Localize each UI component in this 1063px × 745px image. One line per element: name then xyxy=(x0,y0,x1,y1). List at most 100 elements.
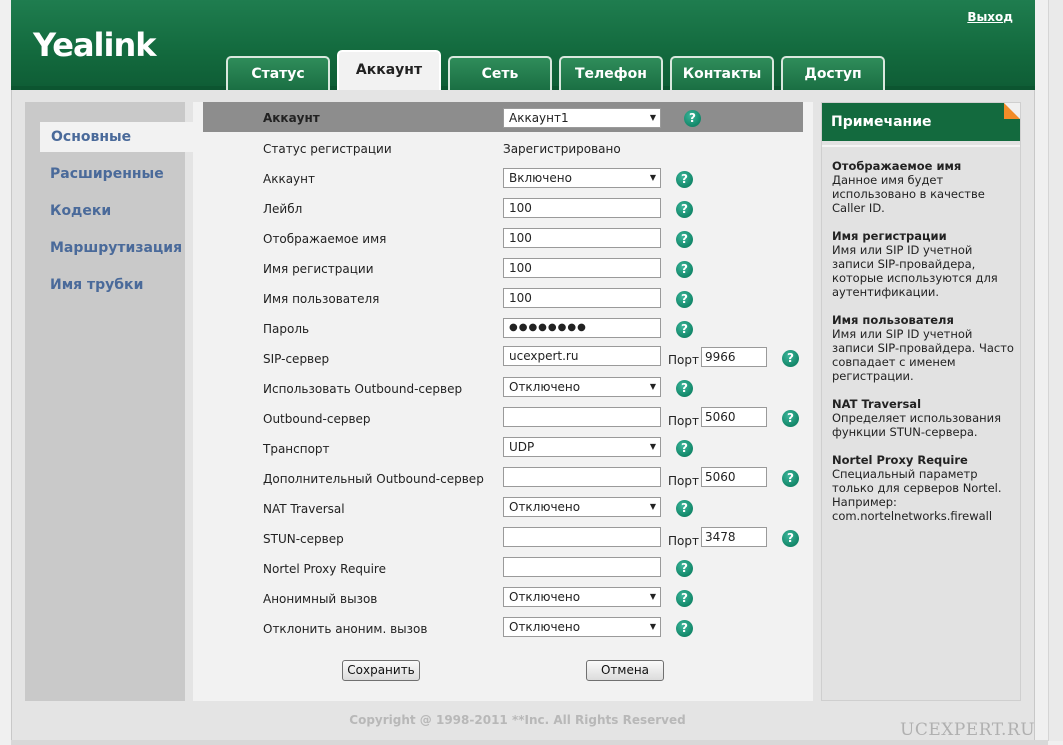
header-bar: Yealink Выход Статус Аккаунт Сеть Телефо… xyxy=(11,0,1035,90)
logout-link[interactable]: Выход xyxy=(967,10,1013,24)
use-outbound-label: Использовать Outbound-сервер xyxy=(263,382,463,396)
note-title: Примечание xyxy=(822,103,1020,141)
sidebar-item-advanced[interactable]: Расширенные xyxy=(25,166,185,182)
backup-outbound-port-input[interactable]: 5060 xyxy=(701,467,767,487)
stun-server-label: STUN-сервер xyxy=(263,532,344,546)
note-item-text: Специальный параметр только для серверов… xyxy=(832,467,1002,523)
port-label: Порт xyxy=(668,534,699,548)
note-item-text: Данное имя будет использовано в качестве… xyxy=(832,173,985,215)
nat-traversal-select[interactable]: Отключено xyxy=(503,497,661,517)
outbound-server-label: Outbound-сервер xyxy=(263,412,371,426)
help-icon[interactable]: ? xyxy=(782,470,799,487)
nat-traversal-label: NAT Traversal xyxy=(263,502,345,516)
sidebar-item-routing[interactable]: Маршрутизация xyxy=(25,240,185,256)
account-selector-label: Аккаунт xyxy=(263,111,320,125)
help-icon[interactable]: ? xyxy=(676,171,693,188)
register-name-input[interactable]: 100 xyxy=(503,258,661,278)
user-name-input[interactable]: 100 xyxy=(503,288,661,308)
registration-status-label: Статус регистрации xyxy=(263,142,392,156)
transport-select[interactable]: UDP xyxy=(503,437,661,457)
user-name-label: Имя пользователя xyxy=(263,292,380,306)
tab-status[interactable]: Статус xyxy=(226,56,330,90)
help-icon[interactable]: ? xyxy=(676,201,693,218)
use-outbound-select[interactable]: Отключено xyxy=(503,377,661,397)
help-icon[interactable]: ? xyxy=(676,500,693,517)
cancel-button[interactable]: Отмена xyxy=(586,660,664,681)
sidebar-item-codecs[interactable]: Кодеки xyxy=(25,203,185,219)
note-item: Nortel Proxy Require Специальный парамет… xyxy=(832,453,1014,523)
stun-server-input[interactable] xyxy=(503,527,661,547)
help-icon[interactable]: ? xyxy=(782,410,799,427)
note-item-text: Имя или SIP ID учетной записи SIP-провай… xyxy=(832,327,1014,383)
anonymous-call-select[interactable]: Отключено xyxy=(503,587,661,607)
help-icon[interactable]: ? xyxy=(676,321,693,338)
note-item: NAT Traversal Определяет использования ф… xyxy=(832,397,1014,439)
sidebar-item-handset-name[interactable]: Имя трубки xyxy=(25,277,185,293)
outbound-port-input[interactable]: 5060 xyxy=(701,407,767,427)
display-name-input[interactable]: 100 xyxy=(503,228,661,248)
note-divider xyxy=(822,145,1020,147)
help-icon[interactable]: ? xyxy=(782,530,799,547)
stun-port-input[interactable]: 3478 xyxy=(701,527,767,547)
tab-access[interactable]: Доступ xyxy=(781,56,885,90)
outbound-server-input[interactable] xyxy=(503,407,661,427)
label-input[interactable]: 100 xyxy=(503,198,661,218)
note-item-title: Имя пользователя xyxy=(832,313,954,327)
account-enabled-select[interactable]: Включено xyxy=(503,168,661,188)
backup-outbound-input[interactable] xyxy=(503,467,661,487)
watermark: UCEXPERT.RU xyxy=(900,720,1036,740)
port-label: Порт xyxy=(668,353,699,367)
sip-server-port-input[interactable]: 9966 xyxy=(701,347,767,367)
reject-anonymous-select[interactable]: Отключено xyxy=(503,617,661,637)
port-label: Порт xyxy=(668,474,699,488)
sidebar-item-basic[interactable]: Основные xyxy=(40,122,210,152)
note-item-title: NAT Traversal xyxy=(832,397,922,411)
copyright-text: Copyright @ 1998-2011 **Inc. All Rights … xyxy=(349,713,686,727)
nortel-proxy-label: Nortel Proxy Require xyxy=(263,562,386,576)
note-item-title: Nortel Proxy Require xyxy=(832,453,968,467)
backup-outbound-label: Дополнительный Outbound-сервер xyxy=(263,472,484,486)
sip-server-input[interactable]: ucexpert.ru xyxy=(503,346,661,366)
yealink-logo: Yealink xyxy=(33,26,157,64)
port-label: Порт xyxy=(668,414,699,428)
tab-contacts[interactable]: Контакты xyxy=(670,56,774,90)
note-corner-decoration xyxy=(1004,103,1020,119)
reject-anonymous-label: Отклонить аноним. вызов xyxy=(263,622,428,636)
main-panel xyxy=(193,102,813,701)
label-field-label: Лейбл xyxy=(263,202,303,216)
help-icon[interactable]: ? xyxy=(676,231,693,248)
help-icon[interactable]: ? xyxy=(782,350,799,367)
sidebar: Основные Расширенные Кодеки Маршрутизаци… xyxy=(25,102,210,701)
note-item: Имя регистрации Имя или SIP ID учетной з… xyxy=(832,229,1014,299)
help-icon[interactable]: ? xyxy=(676,291,693,308)
display-name-label: Отображаемое имя xyxy=(263,232,387,246)
tab-phone[interactable]: Телефон xyxy=(559,56,663,90)
account-select[interactable]: Аккаунт1 xyxy=(503,108,661,128)
sip-server-label: SIP-сервер xyxy=(263,352,330,366)
note-item: Отображаемое имя Данное имя будет исполь… xyxy=(832,159,1014,215)
note-item-title: Отображаемое имя xyxy=(832,159,962,173)
nortel-proxy-input[interactable] xyxy=(503,557,661,577)
help-icon[interactable]: ? xyxy=(676,590,693,607)
help-icon[interactable]: ? xyxy=(676,261,693,278)
help-icon[interactable]: ? xyxy=(676,620,693,637)
tab-network[interactable]: Сеть xyxy=(448,56,552,90)
note-body: Отображаемое имя Данное имя будет исполь… xyxy=(832,159,1014,537)
help-icon[interactable]: ? xyxy=(676,380,693,397)
note-item-text: Определяет использования функции STUN-се… xyxy=(832,411,1002,439)
save-button[interactable]: Сохранить xyxy=(342,660,420,681)
anonymous-call-label: Анонимный вызов xyxy=(263,592,378,606)
horizontal-scrollbar[interactable] xyxy=(11,740,1048,745)
note-item-text: Имя или SIP ID учетной записи SIP-провай… xyxy=(832,243,998,299)
password-label: Пароль xyxy=(263,322,310,336)
vertical-scrollbar[interactable] xyxy=(1048,0,1063,741)
help-icon[interactable]: ? xyxy=(676,440,693,457)
note-item: Имя пользователя Имя или SIP ID учетной … xyxy=(832,313,1014,383)
help-icon[interactable]: ? xyxy=(684,110,701,127)
help-icon[interactable]: ? xyxy=(676,560,693,577)
password-input[interactable]: ●●●●●●●● xyxy=(503,318,661,338)
note-item-title: Имя регистрации xyxy=(832,229,947,243)
transport-label: Транспорт xyxy=(263,442,330,456)
note-panel: Примечание Отображаемое имя Данное имя б… xyxy=(821,102,1021,701)
tab-account[interactable]: Аккаунт xyxy=(337,50,441,90)
